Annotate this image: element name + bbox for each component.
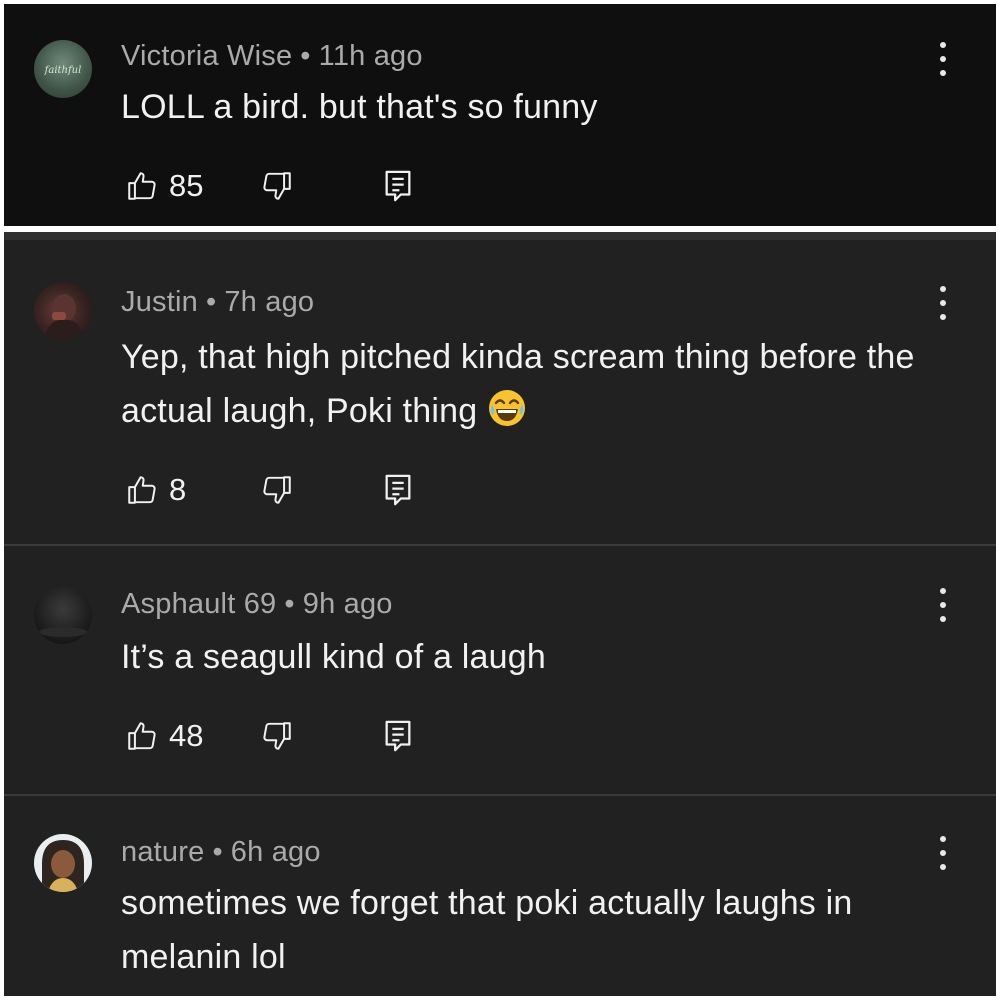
comment-card-1: faithful Victoria Wise • 11h ago LOLL a bi… [4, 4, 996, 226]
thumbs-up-icon [128, 476, 156, 504]
like-button[interactable]: 48 [125, 716, 203, 756]
reply-button[interactable] [383, 470, 413, 510]
comment-text: It’s a seagull kind of a laugh [121, 638, 546, 676]
avatar-image [42, 840, 84, 892]
comment-age: 7h ago [224, 286, 315, 318]
meta-separator: • [205, 286, 217, 318]
like-count: 48 [169, 718, 204, 753]
like-count: 8 [169, 472, 187, 507]
like-button[interactable]: 85 [125, 166, 203, 206]
meta-separator: • [284, 588, 295, 620]
author-name[interactable]: Asphault 69 [121, 588, 276, 620]
dislike-button[interactable] [260, 470, 294, 510]
dislike-button[interactable] [260, 716, 294, 756]
author-name[interactable]: Victoria Wise [121, 40, 292, 72]
comment-age: 6h ago [230, 836, 321, 868]
comment-meta: Asphault 69 • 9h ago [121, 588, 393, 621]
avatar-image: faithful [44, 65, 82, 76]
author-name[interactable]: nature [121, 836, 204, 868]
thumbs-down-icon [263, 476, 291, 504]
dislike-button[interactable] [260, 166, 294, 206]
reply-icon [385, 170, 411, 202]
comment-text: Yep, that high pitched kinda scream thin… [121, 330, 926, 444]
comment-meta: Justin • 7h ago [121, 286, 314, 319]
comments-screenshot: faithful Victoria Wise • 11h ago LOLL a bi… [0, 0, 1000, 1000]
like-button[interactable]: 8 [125, 470, 186, 510]
avatar[interactable]: faithful [34, 40, 92, 98]
reply-button[interactable] [383, 166, 413, 206]
meta-separator: • [300, 40, 311, 72]
author-name[interactable]: Justin [121, 286, 198, 318]
reply-icon [385, 474, 411, 506]
avatar-image [44, 294, 84, 340]
avatar[interactable] [34, 586, 92, 644]
avatar[interactable] [34, 282, 92, 340]
comment-text: sometimes we forget that poki actually l… [121, 884, 853, 976]
thumbs-down-icon [263, 172, 291, 200]
comment-age: 9h ago [302, 588, 393, 620]
avatar-image [39, 627, 87, 637]
more-options-button[interactable] [936, 286, 950, 320]
comment-card-4: nature • 6h ago sometimes we forget that p… [4, 794, 996, 996]
comment-card-3: Asphault 69 • 9h ago It’s a seagull kind o… [4, 544, 996, 794]
comment-meta: Victoria Wise • 11h ago [121, 40, 423, 73]
more-options-button[interactable] [936, 42, 950, 76]
more-options-button[interactable] [936, 836, 950, 870]
comment-card-2: Justin • 7h ago Yep, that high pitched kin… [4, 232, 996, 544]
comment-meta: nature • 6h ago [121, 836, 321, 869]
meta-separator: • [212, 836, 223, 868]
comment-age: 11h ago [318, 40, 423, 72]
thumbs-up-icon [128, 722, 156, 750]
like-count: 85 [169, 168, 204, 203]
avatar[interactable] [34, 834, 92, 892]
reply-icon [385, 720, 411, 752]
thumbs-up-icon [128, 172, 156, 200]
more-options-button[interactable] [936, 588, 950, 622]
avatar-text: faithful [44, 65, 82, 76]
thumbs-down-icon [263, 722, 291, 750]
face-with-tears-of-joy-emoji [487, 388, 527, 444]
reply-button[interactable] [383, 716, 413, 756]
comment-text: LOLL a bird. but that's so funny [121, 88, 598, 126]
